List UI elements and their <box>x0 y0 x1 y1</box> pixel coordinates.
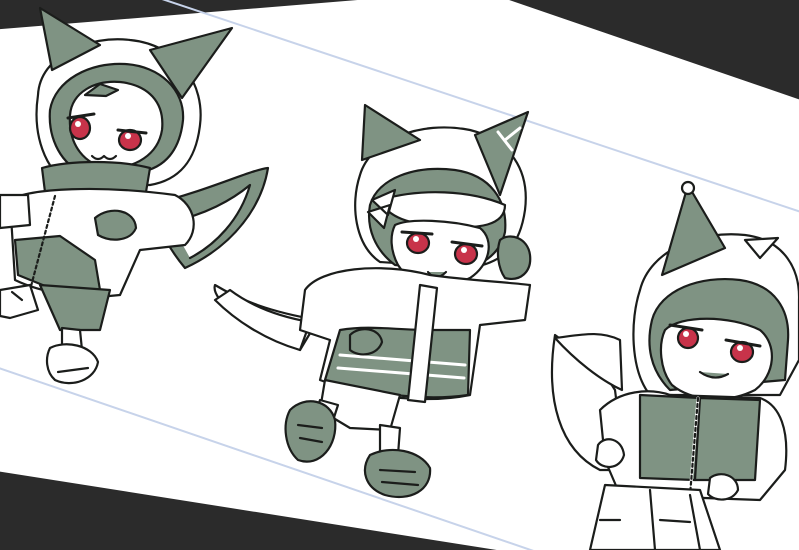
eye-left <box>68 115 92 141</box>
eye-right <box>453 242 479 266</box>
eye-left <box>676 326 700 350</box>
hand-right <box>706 473 740 501</box>
canvas-stage <box>0 0 799 550</box>
hand <box>496 235 532 280</box>
eye-left <box>405 231 431 255</box>
hand-left <box>594 438 626 468</box>
fist <box>93 209 138 241</box>
shoe-right <box>363 448 432 499</box>
artwork <box>0 0 799 550</box>
face <box>659 317 774 401</box>
